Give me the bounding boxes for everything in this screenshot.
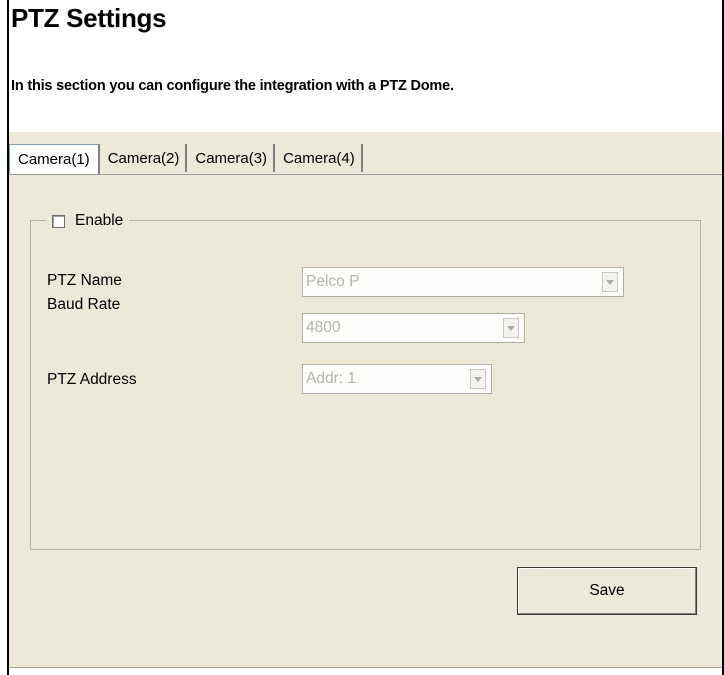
ptz-name-select[interactable]: Pelco P	[302, 267, 624, 297]
ptz-name-value: Pelco P	[306, 273, 360, 290]
chevron-down-icon[interactable]	[602, 272, 618, 292]
bottom-divider	[9, 667, 722, 668]
enable-checkbox-row[interactable]: Enable	[46, 211, 130, 231]
enable-checkbox[interactable]	[52, 214, 65, 228]
chevron-down-icon[interactable]	[503, 318, 519, 338]
ptz-address-select[interactable]: Addr: 1	[302, 364, 492, 394]
settings-panel: Camera(1) Camera(2) Camera(3) Camera(4) …	[9, 132, 722, 667]
tab-camera-4[interactable]: Camera(4)	[277, 144, 363, 172]
ptz-name-label: PTZ Name	[47, 272, 122, 289]
ptz-address-value: Addr: 1	[306, 370, 356, 387]
baud-rate-label: Baud Rate	[47, 296, 121, 313]
ptz-settings-page: PTZ Settings In this section you can con…	[0, 0, 724, 675]
enable-label: Enable	[75, 212, 124, 229]
save-button[interactable]: Save	[517, 567, 697, 615]
chevron-down-icon[interactable]	[470, 369, 486, 389]
tab-divider	[9, 174, 722, 175]
page-description: In this section you can configure the in…	[11, 78, 454, 94]
camera-tabs: Camera(1) Camera(2) Camera(3) Camera(4)	[9, 144, 363, 174]
baud-rate-select[interactable]: 4800	[302, 313, 525, 343]
ptz-address-label: PTZ Address	[47, 371, 137, 388]
page-title: PTZ Settings	[11, 3, 167, 33]
baud-rate-value: 4800	[306, 319, 341, 336]
tab-camera-2[interactable]: Camera(2)	[102, 144, 188, 172]
tab-camera-1[interactable]: Camera(1)	[9, 144, 100, 174]
tab-camera-3[interactable]: Camera(3)	[189, 144, 276, 172]
